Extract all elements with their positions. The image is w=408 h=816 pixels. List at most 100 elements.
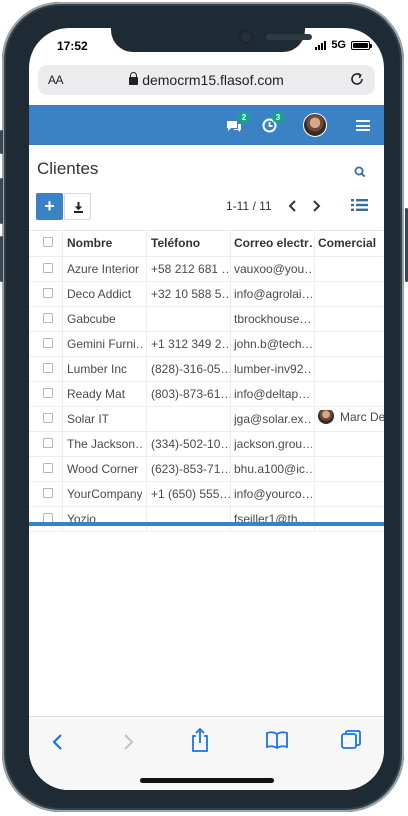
salesperson-name: Marc De <box>340 410 384 424</box>
volume-down-button <box>0 236 3 282</box>
row-checkbox[interactable] <box>43 288 53 298</box>
messages-badge: 2 <box>238 112 250 123</box>
client-email: tbrockhouse… <box>234 312 312 326</box>
home-indicator <box>140 778 274 783</box>
client-name: Deco Addict <box>67 287 132 301</box>
url-display[interactable]: democrm15.flasof.com <box>38 72 375 88</box>
status-time: 17:52 <box>57 39 88 53</box>
row-checkbox[interactable] <box>43 413 53 423</box>
table-row[interactable]: Yozio fseiller1@th… <box>29 507 384 532</box>
client-email: lumber-inv92… <box>234 362 312 376</box>
column-header-name[interactable]: Nombre <box>67 236 142 250</box>
table-row[interactable]: Gabcube tbrockhouse… <box>29 307 384 332</box>
table-row[interactable]: The Jackson… (334)-502-10… jackson.grou… <box>29 432 384 457</box>
client-email: info@agrolai… <box>234 287 312 301</box>
tabs-icon[interactable] <box>340 729 362 751</box>
client-phone: (623)-853-71… <box>151 462 231 476</box>
client-name: Solar IT <box>67 412 110 426</box>
row-checkbox[interactable] <box>43 438 53 448</box>
client-name: Lumber Inc <box>67 362 128 376</box>
chevron-right-icon[interactable] <box>311 200 321 212</box>
column-header-salesperson[interactable]: Comercial <box>318 236 384 250</box>
client-salesperson: Marc De <box>318 410 384 425</box>
notch <box>111 28 312 52</box>
client-name: Gemini Furni… <box>67 337 142 351</box>
download-icon <box>74 202 83 213</box>
client-email: jackson.grou… <box>234 437 312 451</box>
client-phone: +1 312 349 2… <box>151 337 231 351</box>
screen: 17:52 5G AA democrm15.flasof.com 2 3 Cli… <box>29 28 384 790</box>
table-row[interactable]: Deco Addict +32 10 588 5… info@agrolai… <box>29 282 384 307</box>
forward-icon[interactable] <box>121 731 135 753</box>
client-email: vauxoo@you… <box>234 262 312 276</box>
menu-icon[interactable] <box>356 120 370 131</box>
client-name: Ready Mat <box>67 387 126 401</box>
bookmarks-icon[interactable] <box>265 730 289 750</box>
client-phone: +58 212 681 … <box>151 262 231 276</box>
table-row[interactable]: Lumber Inc (828)-316-05… lumber-inv92… <box>29 357 384 382</box>
table-body: Azure Interior +58 212 681 … vauxoo@you… De… <box>29 257 384 532</box>
client-name: Wood Corner <box>67 462 139 476</box>
speaker <box>266 34 312 40</box>
clients-table: Nombre Teléfono Correo electr… Comercial… <box>29 230 384 532</box>
table-footer-bar <box>29 522 384 526</box>
table-row[interactable]: Solar IT jga@solar.ex… Marc De <box>29 407 384 432</box>
column-divider <box>314 231 315 532</box>
column-divider <box>230 231 231 532</box>
column-divider <box>146 231 147 532</box>
client-email: bhu.a100@ic… <box>234 462 312 476</box>
front-camera <box>241 32 251 42</box>
client-phone: (334)-502-10… <box>151 437 231 451</box>
network-label: 5G <box>331 39 346 51</box>
row-checkbox[interactable] <box>43 263 53 273</box>
column-header-phone[interactable]: Teléfono <box>151 236 231 250</box>
share-icon[interactable] <box>189 727 211 753</box>
client-email: jga@solar.ex… <box>234 412 312 426</box>
lock-icon <box>129 72 139 85</box>
client-email: john.b@tech.… <box>234 337 312 351</box>
create-button[interactable]: + <box>36 193 63 220</box>
client-email: info@yourco… <box>234 487 312 501</box>
table-header: Nombre Teléfono Correo electr… Comercial <box>29 231 384 257</box>
user-avatar[interactable] <box>303 113 327 137</box>
row-checkbox[interactable] <box>43 313 53 323</box>
column-divider <box>62 231 63 532</box>
row-checkbox[interactable] <box>43 388 53 398</box>
client-name: The Jackson… <box>67 437 142 451</box>
row-checkbox[interactable] <box>43 463 53 473</box>
table-row[interactable]: YourCompany +1 (650) 555… info@yourco… <box>29 482 384 507</box>
signal-icon <box>315 40 327 50</box>
column-header-email[interactable]: Correo electr… <box>234 236 312 250</box>
battery-icon <box>351 40 372 50</box>
client-name: Azure Interior <box>67 262 140 276</box>
search-icon[interactable] <box>354 166 366 178</box>
client-phone: (828)-316-05… <box>151 362 231 376</box>
volume-up-button <box>0 178 3 224</box>
page-title: Clientes <box>37 159 99 178</box>
row-checkbox[interactable] <box>43 338 53 348</box>
download-button[interactable] <box>64 193 91 220</box>
reload-icon[interactable] <box>347 69 367 89</box>
activities-badge: 3 <box>272 112 284 123</box>
app-navbar: 2 3 <box>29 105 384 145</box>
client-phone: +32 10 588 5… <box>151 287 231 301</box>
select-all-checkbox[interactable] <box>43 237 53 247</box>
table-row[interactable]: Wood Corner (623)-853-71… bhu.a100@ic… <box>29 457 384 482</box>
table-row[interactable]: Azure Interior +58 212 681 … vauxoo@you… <box>29 257 384 282</box>
list-view-icon[interactable] <box>351 198 368 212</box>
url-text: democrm15.flasof.com <box>142 72 284 88</box>
chevron-left-icon[interactable] <box>288 200 298 212</box>
table-row[interactable]: Ready Mat (803)-873-61… info@deltap… <box>29 382 384 407</box>
pager-value[interactable]: 1-11 / 11 <box>226 199 272 213</box>
back-icon[interactable] <box>51 731 65 753</box>
table-row[interactable]: Gemini Furni… +1 312 349 2… john.b@tech.… <box>29 332 384 357</box>
client-name: Gabcube <box>67 312 116 326</box>
salesperson-avatar <box>318 410 334 425</box>
row-checkbox[interactable] <box>43 363 53 373</box>
address-bar[interactable]: AA democrm15.flasof.com <box>38 65 375 95</box>
client-phone: +1 (650) 555… <box>151 487 231 501</box>
mute-switch <box>0 130 3 154</box>
row-checkbox[interactable] <box>43 488 53 498</box>
client-name: YourCompany <box>67 487 142 501</box>
status-indicators: 5G <box>315 39 372 51</box>
